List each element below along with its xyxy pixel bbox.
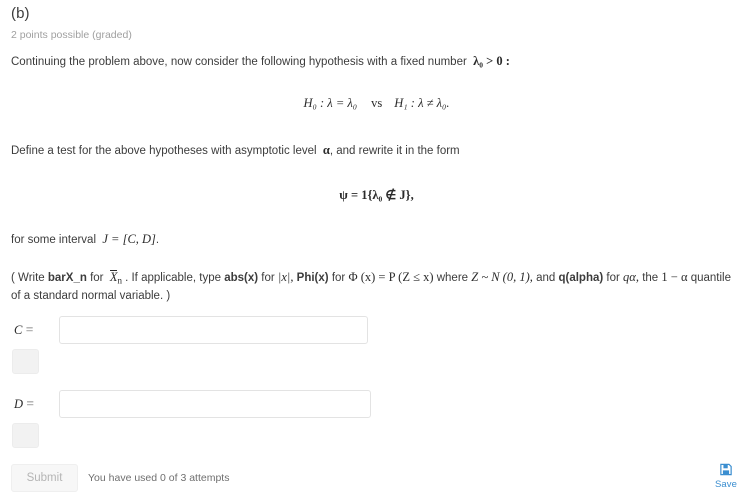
intro-inline-math: λ₀ > 0 : bbox=[473, 54, 510, 68]
problem-footer: Submit You have used 0 of 3 attempts Sav… bbox=[0, 463, 753, 503]
psi-formula: ψ = 1{λ₀ ∉ J}, bbox=[339, 188, 414, 202]
answer-input-c[interactable] bbox=[59, 316, 368, 344]
note-for-3: for bbox=[331, 272, 346, 284]
note-phi-math: Φ (x) = P (Z ≤ x) bbox=[348, 270, 434, 284]
part-label: (b) bbox=[11, 5, 30, 22]
hypothesis-vs-label: vs bbox=[371, 96, 383, 110]
note-open-paren: ( bbox=[11, 272, 15, 284]
define-test-paragraph: Define a test for the above hypotheses w… bbox=[11, 143, 460, 159]
note-barxn-code: barX_n bbox=[47, 272, 87, 284]
define-text-after: , and rewrite it in the form bbox=[329, 145, 460, 157]
intro-paragraph: Continuing the problem above, now consid… bbox=[11, 54, 510, 70]
note-where: where bbox=[436, 272, 469, 284]
answer-label-c: C = bbox=[14, 322, 33, 338]
note-z-distribution-math: Z ~ N (0, 1), bbox=[471, 270, 533, 284]
note-qalpha-code: q(alpha) bbox=[558, 272, 604, 284]
answer-equals-d: = bbox=[26, 396, 35, 411]
note-the: the bbox=[642, 272, 659, 284]
note-one-minus-alpha-math: 1 − α bbox=[661, 270, 688, 284]
save-button[interactable]: Save bbox=[704, 463, 748, 490]
note-and: and bbox=[536, 272, 556, 284]
note-for-2: for bbox=[261, 272, 275, 284]
save-label: Save bbox=[714, 479, 738, 490]
answer-preview-box-d[interactable] bbox=[12, 423, 39, 448]
answer-input-d[interactable] bbox=[59, 390, 371, 418]
answer-preview-box-c[interactable] bbox=[12, 349, 39, 374]
null-hypothesis: H₀ : λ = λ₀ bbox=[303, 96, 358, 110]
note-barxn-math: Xn bbox=[109, 270, 122, 286]
interval-prefix-text: for some interval bbox=[11, 234, 97, 246]
intro-text: Continuing the problem above, now consid… bbox=[11, 56, 467, 68]
interval-paragraph: for some interval J = [C, D]. bbox=[11, 232, 159, 248]
note-for-1: for bbox=[90, 272, 104, 284]
answer-equals-c: = bbox=[25, 322, 34, 337]
note-abs-code: abs(x) bbox=[224, 272, 259, 284]
answer-variable-d: D bbox=[14, 397, 24, 411]
points-possible-text: 2 points possible (graded) bbox=[11, 29, 132, 41]
answer-variable-c: C bbox=[14, 323, 23, 337]
submit-button[interactable]: Submit bbox=[11, 464, 78, 492]
interval-suffix-text: . bbox=[155, 234, 160, 246]
note-phi-code: Phi(x) bbox=[296, 272, 329, 284]
answer-format-note: ( Write barX_n for Xn . If applicable, t… bbox=[11, 270, 743, 305]
note-if-applicable: . If applicable, type bbox=[125, 272, 221, 284]
alpha-symbol: α bbox=[322, 143, 330, 157]
note-for-4: for bbox=[606, 272, 620, 284]
define-text-before: Define a test for the above hypotheses w… bbox=[11, 145, 317, 157]
note-abs-math: |x|, bbox=[277, 270, 294, 284]
alt-hypothesis: H₁ : λ ≠ λ₀. bbox=[394, 96, 450, 110]
attempts-status-text: You have used 0 of 3 attempts bbox=[88, 472, 230, 484]
hypothesis-equation: H₀ : λ = λ₀ vs H₁ : λ ≠ λ₀. bbox=[0, 96, 753, 112]
note-qalpha-math: qα, bbox=[623, 270, 639, 284]
psi-equation: ψ = 1{λ₀ ∉ J}, bbox=[0, 187, 753, 204]
answer-label-d: D = bbox=[14, 396, 34, 412]
problem-page: (b) 2 points possible (graded) Continuin… bbox=[0, 0, 753, 503]
interval-math: J = [C, D] bbox=[102, 232, 156, 246]
note-write-word: Write bbox=[18, 272, 45, 284]
floppy-disk-icon bbox=[704, 463, 748, 478]
